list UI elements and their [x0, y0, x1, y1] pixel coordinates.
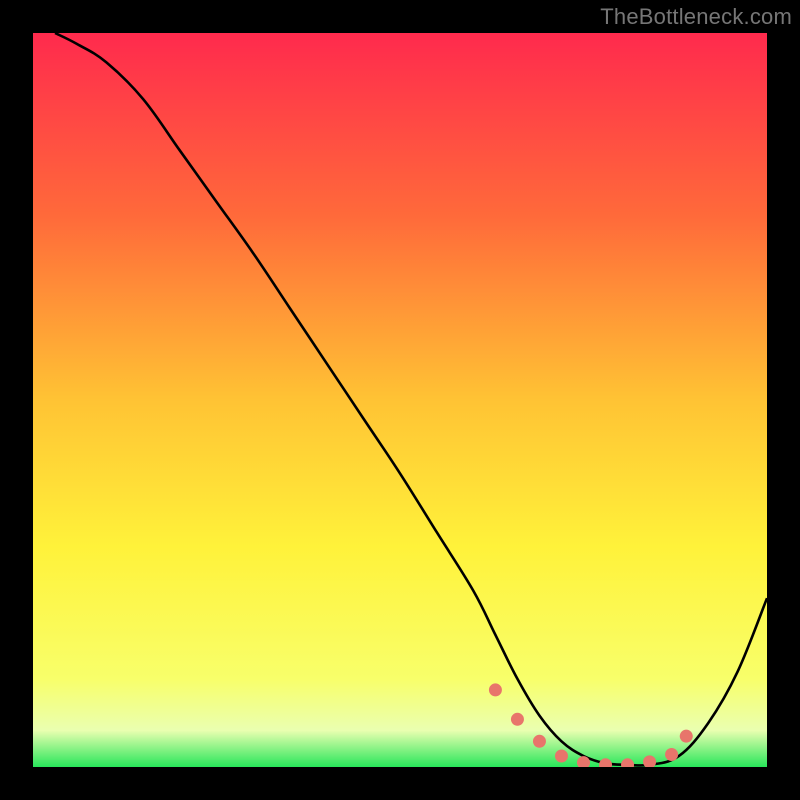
watermark-text: TheBottleneck.com	[600, 4, 792, 30]
marker-point	[489, 683, 502, 696]
chart-svg	[33, 33, 767, 767]
plot-area	[33, 33, 767, 767]
gradient-background	[33, 33, 767, 767]
marker-point	[665, 748, 678, 761]
marker-point	[511, 713, 524, 726]
marker-point	[680, 730, 693, 743]
marker-point	[533, 735, 546, 748]
chart-frame: TheBottleneck.com	[0, 0, 800, 800]
marker-point	[555, 749, 568, 762]
